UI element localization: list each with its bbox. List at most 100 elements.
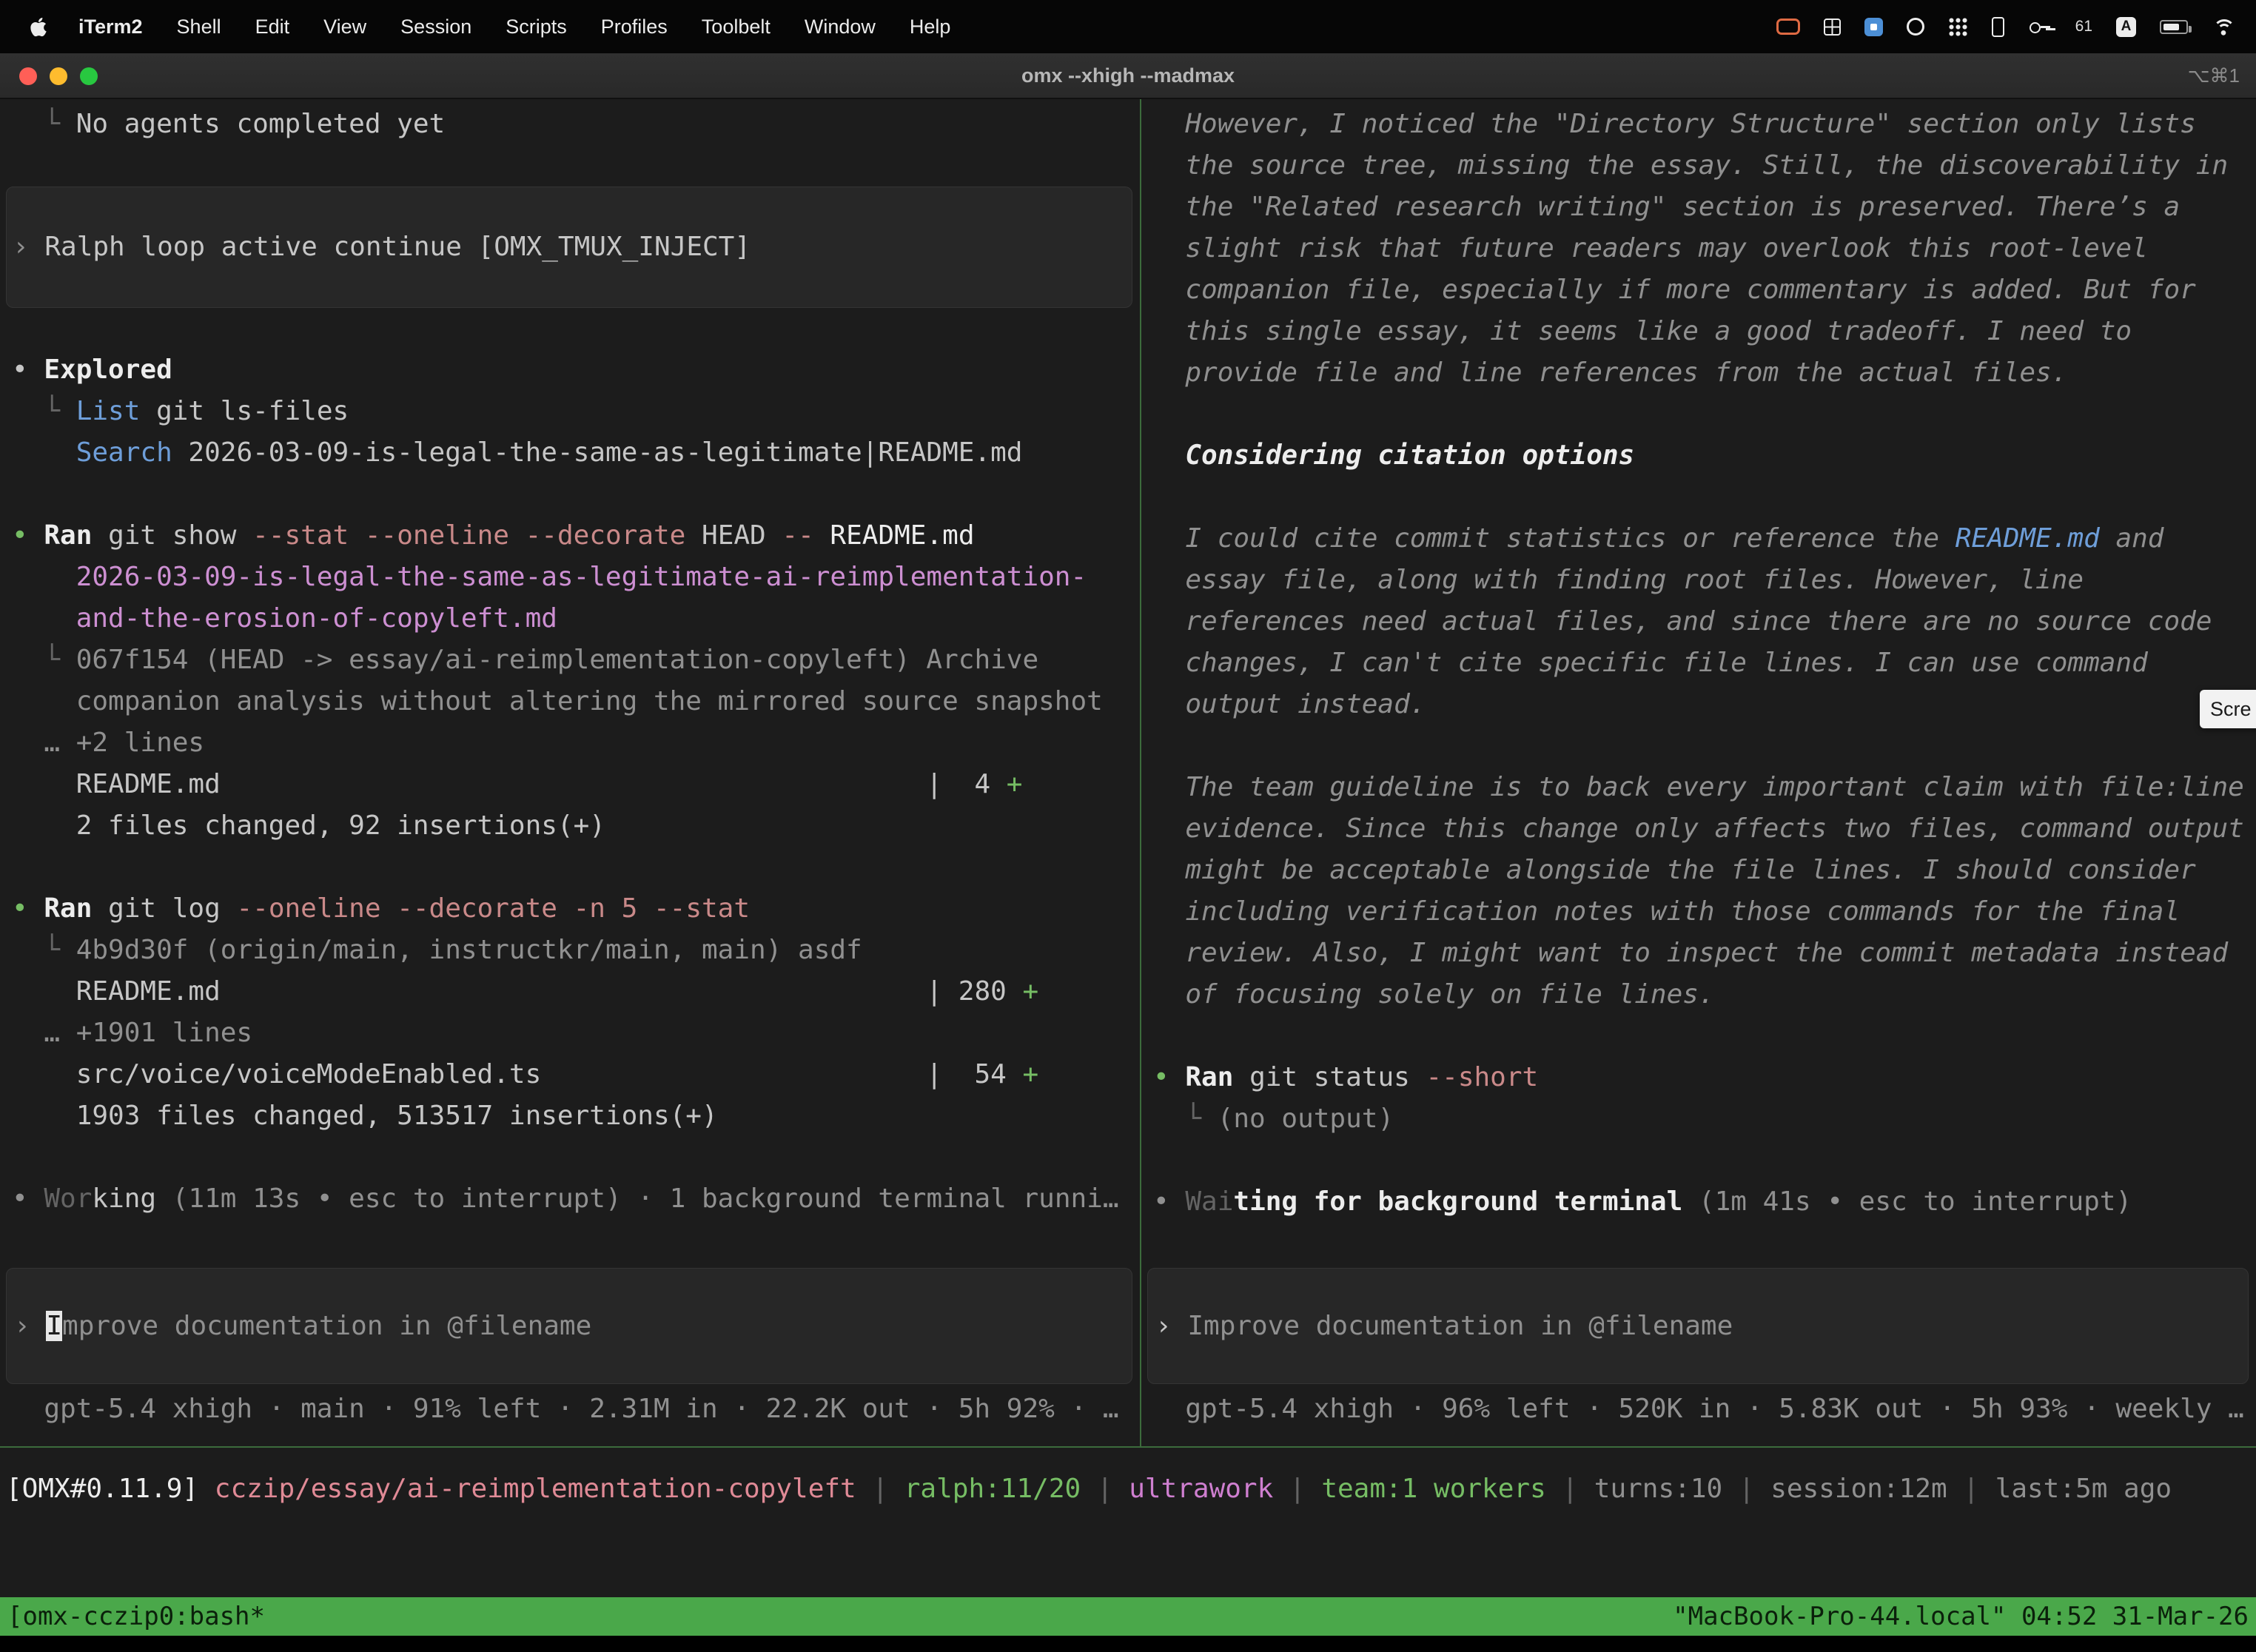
window-title: omx --xhigh --madmax	[0, 53, 2256, 98]
right-pane-output: However, I noticed the "Directory Struct…	[1153, 104, 2244, 1223]
terminal-line: … +1901 lines	[12, 1013, 1119, 1054]
terminal-line: README.md | 4 +	[12, 764, 1119, 805]
menu-iterm2[interactable]: iTerm2	[78, 16, 143, 38]
agents-status-line: └ No agents completed yet	[12, 104, 445, 145]
screen: iTerm2 Shell Edit View Session Scripts Profile…	[0, 0, 2256, 1652]
terminal-line: README.md | 280 +	[12, 971, 1119, 1013]
menu-items: iTerm2 Shell Edit View Session Scripts Profile…	[78, 16, 950, 38]
prompt-input-left[interactable]: › Improve documentation in @filename	[6, 1268, 1132, 1384]
terminal-line: output instead.	[1153, 684, 2244, 725]
terminal-line: › Improve documentation in @filename	[14, 1306, 591, 1347]
tmux-status-bar: [omx-cczip0:bash* "MacBook-Pro-44.local"…	[0, 1597, 2256, 1636]
menu-shell[interactable]: Shell	[177, 16, 221, 38]
menu-bar-status-icons: 61 A	[1776, 16, 2256, 37]
terminal-line: The team guideline is to back every impo…	[1153, 767, 2244, 808]
terminal-line: 2026-03-09-is-legal-the-same-as-legitima…	[12, 557, 1119, 598]
terminal-line: └ List git ls-files	[12, 391, 1119, 432]
prompt-input-left-text: › Improve documentation in @filename	[14, 1306, 591, 1347]
terminal-line: src/voice/voiceModeEnabled.ts | 54 +	[12, 1054, 1119, 1095]
terminal-line: changes, I can't cite specific file line…	[1153, 642, 2244, 684]
left-pane-output: • Explored └ List git ls-files Search 20…	[12, 308, 1119, 1220]
prompt-input-right[interactable]: › Improve documentation in @filename	[1147, 1268, 2249, 1384]
ralph-loop-banner-text: › Ralph loop active continue [OMX_TMUX_I…	[13, 226, 751, 268]
terminal-line: I could cite commit statistics or refere…	[1153, 518, 2244, 560]
dots-grid-icon[interactable]	[1948, 17, 1968, 37]
iphone-mirroring-icon[interactable]	[1992, 17, 2004, 37]
window-tiles-icon[interactable]	[1824, 19, 1841, 36]
menu-scripts[interactable]: Scripts	[506, 16, 567, 38]
model-status-right: gpt-5.4 xhigh · 96% left · 520K in · 5.8…	[1153, 1389, 2244, 1430]
terminal-line: Considering citation options	[1153, 435, 2244, 477]
tmux-pane-left[interactable]: └ No agents completed yet › Ralph loop a…	[0, 99, 1140, 1446]
window-title-bar[interactable]: omx --xhigh --madmax ⌥⌘1	[0, 53, 2256, 99]
terminal-line	[12, 1137, 1119, 1178]
omx-status-bar-text: [OMX#0.11.9] cczip/essay/ai-reimplementa…	[6, 1468, 2256, 1510]
terminal-line: └ (no output)	[1153, 1098, 2244, 1140]
circle-app-icon[interactable]	[1907, 18, 1924, 36]
terminal-line: └ 4b9d30f (origin/main, instructkr/main,…	[12, 930, 1119, 971]
apple-menu[interactable]	[30, 16, 47, 38]
terminal-line: this single essay, it seems like a good …	[1153, 311, 2244, 352]
terminal-line: • Ran git log --oneline --decorate -n 5 …	[12, 888, 1119, 930]
terminal-line: 2 files changed, 92 insertions(+)	[12, 805, 1119, 847]
wifi-icon[interactable]	[2212, 17, 2235, 36]
tmux-session-label: [omx-cczip0:bash*	[7, 1597, 265, 1636]
terminal-line: └ 067f154 (HEAD -> essay/ai-reimplementa…	[12, 639, 1119, 681]
tmux-host-time: "MacBook-Pro-44.local" 04:52 31-Mar-26	[1673, 1597, 2249, 1636]
terminal-line: 1903 files changed, 513517 insertions(+)	[12, 1095, 1119, 1137]
terminal-line: slight risk that future readers may over…	[1153, 228, 2244, 269]
menu-profiles[interactable]: Profiles	[601, 16, 668, 38]
input-source-icon[interactable]: A	[2116, 17, 2136, 37]
terminal-line: the "Related research writing" section i…	[1153, 187, 2244, 228]
terminal-line	[12, 474, 1119, 515]
omx-status-bar: [OMX#0.11.9] cczip/essay/ai-reimplementa…	[0, 1448, 2256, 1597]
terminal-line: evidence. Since this change only affects…	[1153, 808, 2244, 850]
terminal-line: However, I noticed the "Directory Struct…	[1153, 104, 2244, 145]
omx-status-line: [OMX#0.11.9] cczip/essay/ai-reimplementa…	[6, 1468, 2256, 1510]
terminal-line: and-the-erosion-of-copyleft.md	[12, 598, 1119, 639]
screen-recording-indicator[interactable]	[1776, 19, 1800, 35]
terminal-line: Search 2026-03-09-is-legal-the-same-as-l…	[12, 432, 1119, 474]
terminal-line	[1153, 477, 2244, 518]
ralph-loop-banner: › Ralph loop active continue [OMX_TMUX_I…	[6, 187, 1132, 308]
terminal-line: companion file, especially if more comme…	[1153, 269, 2244, 311]
terminal-line	[1153, 1140, 2244, 1181]
terminal-line: • Explored	[12, 349, 1119, 391]
terminal-line: › Improve documentation in @filename	[1155, 1306, 1733, 1347]
terminal-line	[1153, 394, 2244, 435]
tmux-pane-right[interactable]: However, I noticed the "Directory Struct…	[1141, 99, 2256, 1446]
terminal-line: including verification notes with those …	[1153, 891, 2244, 933]
battery-icon[interactable]	[2160, 20, 2188, 34]
terminal-line: references need actual files, and since …	[1153, 601, 2244, 642]
terminal-line: • Ran git status --short	[1153, 1057, 2244, 1098]
key-icon[interactable]	[2028, 16, 2052, 37]
menu-toolbelt[interactable]: Toolbelt	[702, 16, 771, 38]
terminal-line: • Ran git show --stat --oneline --decora…	[12, 515, 1119, 557]
terminal-line: › Ralph loop active continue [OMX_TMUX_I…	[13, 226, 751, 268]
model-status-left: gpt-5.4 xhigh · main · 91% left · 2.31M …	[12, 1389, 1119, 1430]
window-shortcut-badge: ⌥⌘1	[2188, 53, 2240, 98]
raycast-icon[interactable]	[1864, 18, 1883, 36]
battery-percent-label[interactable]: 61	[2075, 16, 2092, 37]
terminal-line: … +2 lines	[12, 722, 1119, 764]
screen-tooltip: Scre	[2200, 690, 2256, 728]
terminal-line: essay file, along with finding root file…	[1153, 560, 2244, 601]
terminal-line	[1153, 1015, 2244, 1057]
terminal-line: companion analysis without altering the …	[12, 681, 1119, 722]
prompt-input-right-text: › Improve documentation in @filename	[1155, 1306, 1733, 1347]
menu-help[interactable]: Help	[910, 16, 951, 38]
apple-logo	[30, 16, 47, 38]
terminal-line: provide file and line references from th…	[1153, 352, 2244, 394]
terminal-line: the source tree, missing the essay. Stil…	[1153, 145, 2244, 187]
terminal-line	[12, 308, 1119, 349]
menu-view[interactable]: View	[323, 16, 366, 38]
terminal-line: might be acceptable alongside the file l…	[1153, 850, 2244, 891]
menu-window[interactable]: Window	[805, 16, 876, 38]
menu-session[interactable]: Session	[400, 16, 471, 38]
terminal-line	[12, 847, 1119, 888]
terminal: └ No agents completed yet › Ralph loop a…	[0, 99, 2256, 1446]
menu-edit[interactable]: Edit	[255, 16, 290, 38]
menu-bar: iTerm2 Shell Edit View Session Scripts Profile…	[0, 0, 2256, 53]
terminal-line: of focusing solely on file lines.	[1153, 974, 2244, 1015]
terminal-line	[1153, 725, 2244, 767]
